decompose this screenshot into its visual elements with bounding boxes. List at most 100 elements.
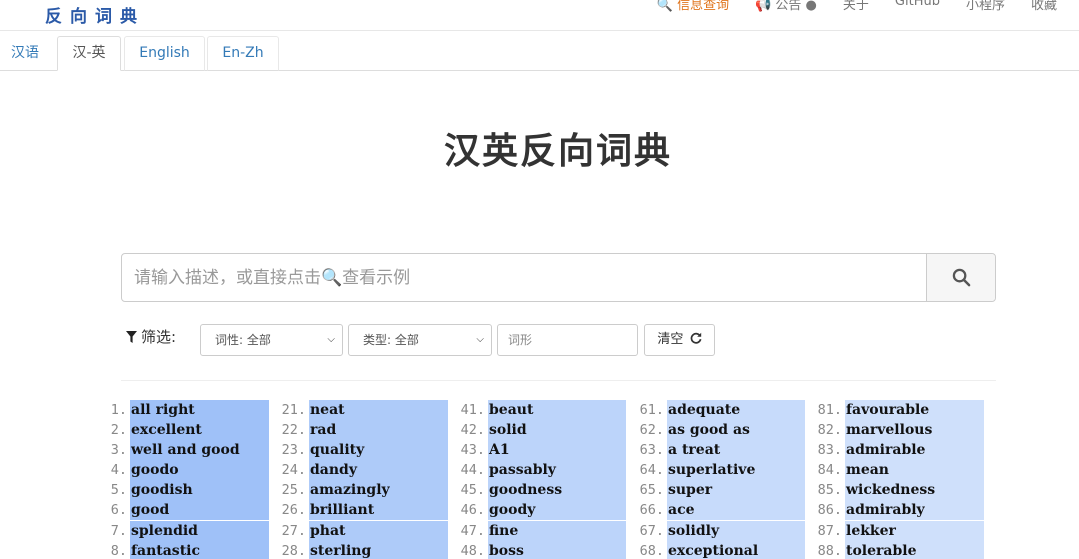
result-item[interactable]: 45. goodness [461,480,626,501]
result-word[interactable]: quality [309,440,448,461]
result-item[interactable]: 67. solidly [640,520,805,541]
result-item[interactable]: 25. amazingly [282,480,448,501]
result-word[interactable]: boss [488,540,626,559]
result-word[interactable]: beaut [488,400,626,420]
result-word[interactable]: excellent [130,420,269,441]
result-index: 22. [281,422,306,439]
result-item[interactable]: 21. neat [282,400,448,420]
result-word[interactable]: admirably [845,500,984,521]
result-word[interactable]: marvellous [845,420,984,441]
result-item[interactable]: 1. all right [111,400,269,420]
result-item[interactable]: 23. quality [282,440,448,461]
result-item[interactable]: 44. passably [461,460,626,481]
result-item[interactable]: 43. A1 [461,440,626,461]
result-word[interactable]: sterling [309,540,448,559]
result-item[interactable]: 24. dandy [282,460,448,481]
result-word[interactable]: solidly [667,520,805,541]
result-item[interactable]: 63. a treat [640,440,805,461]
result-word[interactable]: mean [845,460,984,481]
result-item[interactable]: 62. as good as [640,420,805,441]
app-logo[interactable]: 反向词典 [45,2,145,27]
result-word[interactable]: fantastic [130,540,269,559]
result-word[interactable]: solid [488,420,626,441]
result-word[interactable]: goodish [130,480,269,501]
result-word[interactable]: as good as [667,420,805,441]
result-item[interactable]: 46. goody [461,500,626,521]
result-item[interactable]: 22. rad [282,420,448,441]
tab-en-zh[interactable]: En-Zh [207,36,279,71]
tab-chinese[interactable]: 汉语 [0,36,50,71]
tab-english[interactable]: English [124,36,205,71]
nav-info-query[interactable]: 🔍 信息查询 [657,0,729,13]
result-word[interactable]: superlative [667,460,805,481]
result-word[interactable]: rad [309,420,448,441]
chevron-down-icon: ⌵ [476,334,484,345]
result-word[interactable]: neat [309,400,448,420]
result-item[interactable]: 2. excellent [111,420,269,441]
result-item[interactable]: 47. fine [461,520,626,541]
result-item[interactable]: 85. wickedness [818,480,984,501]
result-word[interactable]: wickedness [845,480,984,501]
nav-mini-program[interactable]: 小程序 [966,0,1005,13]
result-item[interactable]: 87. lekker [818,520,984,541]
word-form-input[interactable]: 词形 [497,324,638,356]
result-word[interactable]: lekker [845,520,984,541]
result-word[interactable]: good [130,500,269,521]
tab-chinese-english[interactable]: 汉-英 [57,36,121,71]
result-item[interactable]: 4. goodo [111,460,269,481]
nav-announcement[interactable]: 📢 公告 ● [755,0,817,13]
result-item[interactable]: 27. phat [282,520,448,541]
result-word[interactable]: goodness [488,480,626,501]
result-item[interactable]: 65. super [640,480,805,501]
result-word[interactable]: A1 [488,440,626,461]
result-item[interactable]: 48. boss [461,540,626,559]
result-item[interactable]: 68. exceptional [640,540,805,559]
result-item[interactable]: 86. admirably [818,500,984,521]
result-word[interactable]: tolerable [845,540,984,559]
result-word[interactable]: well and good [130,440,269,461]
search-input[interactable] [122,254,926,301]
result-item[interactable]: 84. mean [818,460,984,481]
result-word[interactable]: amazingly [309,480,448,501]
result-item[interactable]: 64. superlative [640,460,805,481]
result-item[interactable]: 5. goodish [111,480,269,501]
type-select[interactable]: 类型: 全部 ⌵ [348,324,492,356]
pos-select[interactable]: 词性: 全部 ⌵ [200,324,343,356]
result-word[interactable]: passably [488,460,626,481]
result-word[interactable]: all right [130,400,269,420]
result-word[interactable]: splendid [130,520,269,541]
result-word[interactable]: goody [488,500,626,521]
section-divider [121,380,996,381]
result-item[interactable]: 26. brilliant [282,500,448,521]
result-item[interactable]: 6. good [111,500,269,521]
result-word[interactable]: a treat [667,440,805,461]
result-item[interactable]: 7. splendid [111,520,269,541]
result-item[interactable]: 83. admirable [818,440,984,461]
result-word[interactable]: goodo [130,460,269,481]
result-word[interactable]: fine [488,520,626,541]
result-item[interactable]: 61. adequate [640,400,805,420]
search-button[interactable] [926,254,995,301]
result-item[interactable]: 41. beaut [461,400,626,420]
result-word[interactable]: ace [667,500,805,521]
result-item[interactable]: 3. well and good [111,440,269,461]
result-word[interactable]: exceptional [667,540,805,559]
nav-about[interactable]: 关于 [843,0,869,13]
nav-github[interactable]: GitHub [895,0,940,13]
result-word[interactable]: adequate [667,400,805,420]
result-item[interactable]: 28. sterling [282,540,448,559]
result-item[interactable]: 66. ace [640,500,805,521]
result-word[interactable]: brilliant [309,500,448,521]
result-word[interactable]: super [667,480,805,501]
result-item[interactable]: 81. favourable [818,400,984,420]
result-item[interactable]: 82. marvellous [818,420,984,441]
result-word[interactable]: phat [309,520,448,541]
result-word[interactable]: dandy [309,460,448,481]
result-item[interactable]: 88. tolerable [818,540,984,559]
result-word[interactable]: admirable [845,440,984,461]
result-item[interactable]: 8. fantastic [111,540,269,559]
clear-button[interactable]: 清空 [644,324,715,356]
result-word[interactable]: favourable [845,400,984,420]
result-item[interactable]: 42. solid [461,420,626,441]
nav-favorite[interactable]: 收藏 [1031,0,1057,13]
